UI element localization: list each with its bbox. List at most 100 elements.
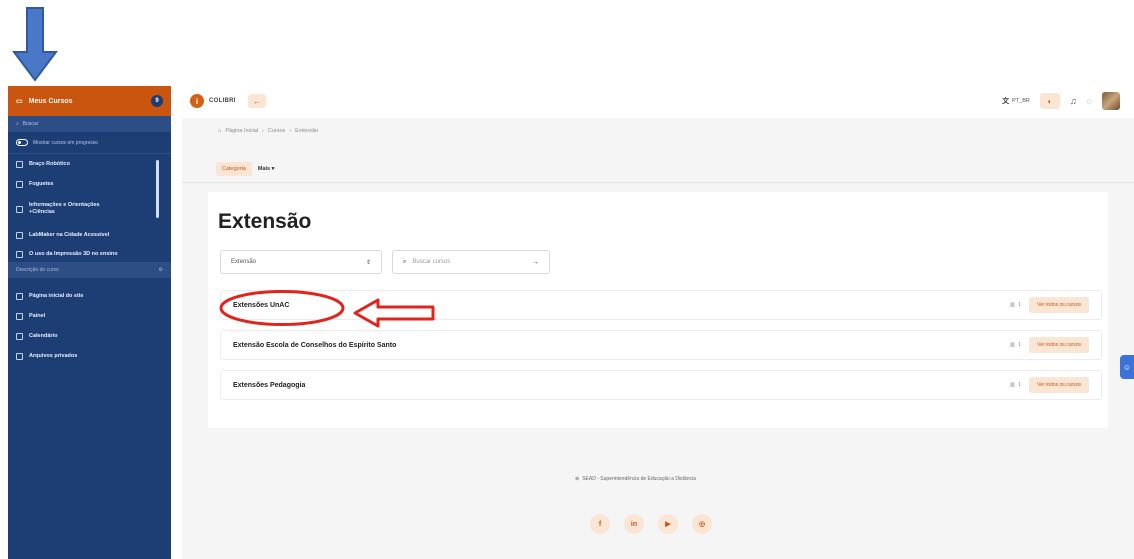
my-courses-header[interactable]: ▭ Meus Cursos 9 <box>8 86 171 116</box>
sidebar-item-label: Foguetes <box>29 180 54 187</box>
sidebar-search-placeholder: Buscar <box>22 121 39 127</box>
gear-icon: ⚙ <box>158 267 163 273</box>
sidebar-item-private-files[interactable]: Arquivos privados <box>8 346 171 366</box>
category-row-actions: ▥ 1 Ver todos os cursos <box>1010 377 1089 393</box>
top-header: i COLIBRI ← 文 PT_BR ◐ ♫ ◌ <box>182 86 1134 116</box>
sidebar-item-label: Página inicial do site <box>29 292 84 299</box>
brand-name: COLIBRI <box>209 98 236 104</box>
sidebar-item-label: Informações e Orientações +Ciências <box>29 202 100 215</box>
home-icon <box>16 292 23 300</box>
category-select[interactable]: Extensão ⇕ <box>220 250 382 274</box>
calendar-icon <box>16 332 23 340</box>
course-description-row[interactable]: Descrição do curso ⚙ <box>8 262 171 278</box>
see-all-courses-button[interactable]: Ver todos os cursos <box>1029 297 1089 313</box>
courses-count-badge: 9 <box>151 95 163 107</box>
tab-more[interactable]: Mais ▾ <box>258 166 275 172</box>
breadcrumb-home[interactable]: Página Inicial <box>225 128 258 134</box>
course-icon <box>16 205 23 213</box>
screenshot-canvas: ▭ Meus Cursos 9 ⌕ Buscar Mostrar cursos … <box>0 0 1134 559</box>
bell-icon[interactable]: ♫ <box>1070 96 1077 106</box>
linkedin-icon[interactable]: in <box>624 514 644 534</box>
sidebar-item-course[interactable]: O uso da Impressão 3D no ensino <box>8 246 171 262</box>
course-count: ▥ 1 <box>1010 342 1021 348</box>
course-icon <box>16 250 23 258</box>
sidebar-item-label: Painel <box>29 312 46 319</box>
sidebar-nav: Página inicial do site Painel Calendário… <box>8 286 171 366</box>
tab-category[interactable]: Categoria <box>216 162 252 176</box>
header-actions: 文 PT_BR ◐ ♫ ◌ <box>1002 92 1120 110</box>
youtube-icon[interactable]: ▶ <box>658 514 678 534</box>
my-courses-label: Meus Cursos <box>28 97 73 105</box>
tabs-divider <box>182 182 1134 183</box>
search-icon: ⌕ <box>16 121 19 127</box>
dashboard-icon <box>16 312 23 320</box>
collapse-sidebar-button[interactable]: ← <box>247 94 266 108</box>
floating-help-button[interactable]: ☺ <box>1120 355 1134 379</box>
sidebar-item-label: Braço Robótico <box>29 160 70 167</box>
home-icon: ⌂ <box>218 128 222 134</box>
book-icon: ▥ <box>1009 342 1016 348</box>
translate-icon: 文 <box>1002 98 1010 105</box>
toggle-switch-icon <box>16 139 28 146</box>
sidebar-course-list: Braço Robótico Foguetes Informações e Or… <box>8 154 171 262</box>
tab-more-label: Mais <box>257 166 271 172</box>
sidebar-item-label: Calendário <box>29 332 58 339</box>
language-label: PT_BR <box>1012 98 1030 104</box>
course-icon <box>16 180 23 188</box>
breadcrumb: ⌂ Página Inicial › Cursos › Extensão <box>218 128 319 134</box>
arrow-right-icon[interactable]: → <box>532 259 539 266</box>
course-count: ▥ 1 <box>1010 382 1021 388</box>
sidebar-item-course[interactable]: Braço Robótico <box>8 154 171 174</box>
category-name[interactable]: Extensões Pedagogia <box>233 382 305 389</box>
annotation-down-arrow-icon <box>12 7 58 82</box>
sidebar-item-home[interactable]: Página inicial do site <box>8 286 171 306</box>
sidebar-item-label: LabMaker na Cidade Acessível <box>29 231 110 238</box>
select-arrows-icon: ⇕ <box>365 259 371 266</box>
sidebar-item-course[interactable]: LabMaker na Cidade Acessível <box>8 224 171 246</box>
category-row[interactable]: Extensão Escola de Conselhos do Espírito… <box>220 330 1102 360</box>
sidebar-item-course[interactable]: Foguetes <box>8 174 171 194</box>
breadcrumb-current[interactable]: Extensão <box>295 128 318 134</box>
footer-credit-text: SEAD - Superintendência de Educação a Di… <box>582 476 696 482</box>
breadcrumb-courses[interactable]: Cursos <box>268 128 285 134</box>
theme-toggle-button[interactable]: ◐ <box>1039 93 1060 109</box>
sidebar-scrollbar[interactable] <box>156 160 159 218</box>
search-icon: ⌕ <box>403 258 407 265</box>
book-icon: ▥ <box>1009 302 1016 308</box>
secondary-tabs: Categoria Mais ▾ <box>216 162 274 176</box>
sidebar-item-label: Arquivos privados <box>29 352 78 359</box>
instagram-icon[interactable]: ◎ <box>692 514 712 534</box>
course-description-label: Descrição do curso <box>16 267 59 273</box>
globe-icon: ⊕ <box>575 476 580 482</box>
see-all-courses-button[interactable]: Ver todos os cursos <box>1029 337 1089 353</box>
in-progress-toggle-label: Mostrar cursos em progresso <box>33 139 99 146</box>
page-title: Extensão <box>218 210 312 233</box>
sidebar-item-calendar[interactable]: Calendário <box>8 326 171 346</box>
course-count-value: 1 <box>1018 382 1022 388</box>
language-selector[interactable]: 文 PT_BR <box>1002 96 1030 106</box>
category-row-actions: ▥ 1 Ver todos os cursos <box>1010 297 1089 313</box>
facebook-icon[interactable]: f <box>590 514 610 534</box>
course-icon <box>16 160 23 168</box>
annotation-left-arrow-icon <box>353 298 435 328</box>
colibri-logo-icon[interactable]: i <box>190 94 204 108</box>
sidebar-search-input[interactable]: ⌕ Buscar <box>8 116 171 132</box>
category-row[interactable]: Extensões Pedagogia ▥ 1 Ver todos os curs… <box>220 370 1102 400</box>
files-icon <box>16 352 23 360</box>
footer-credit: ⊕ SEAD - Superintendência de Educação a … <box>575 476 696 482</box>
courses-icon: ▭ <box>16 98 23 105</box>
course-search-placeholder: Buscar cursos <box>412 259 451 265</box>
chat-icon[interactable]: ◌ <box>1087 96 1092 106</box>
sidebar-item-course[interactable]: Informações e Orientações +Ciências <box>8 194 128 224</box>
in-progress-toggle[interactable]: Mostrar cursos em progresso <box>8 132 171 154</box>
course-search-input[interactable]: ⌕ Buscar cursos → <box>392 250 550 274</box>
course-count-value: 1 <box>1018 342 1022 348</box>
user-avatar[interactable] <box>1102 92 1120 110</box>
main-area: ⌂ Página Inicial › Cursos › Extensão Cat… <box>182 118 1134 559</box>
category-name[interactable]: Extensão Escola de Conselhos do Espírito… <box>233 342 396 349</box>
sidebar-item-dashboard[interactable]: Painel <box>8 306 171 326</box>
category-select-value: Extensão <box>231 259 257 265</box>
course-count-value: 1 <box>1018 302 1022 308</box>
see-all-courses-button[interactable]: Ver todos os cursos <box>1029 377 1089 393</box>
category-row-actions: ▥ 1 Ver todos os cursos <box>1010 337 1089 353</box>
